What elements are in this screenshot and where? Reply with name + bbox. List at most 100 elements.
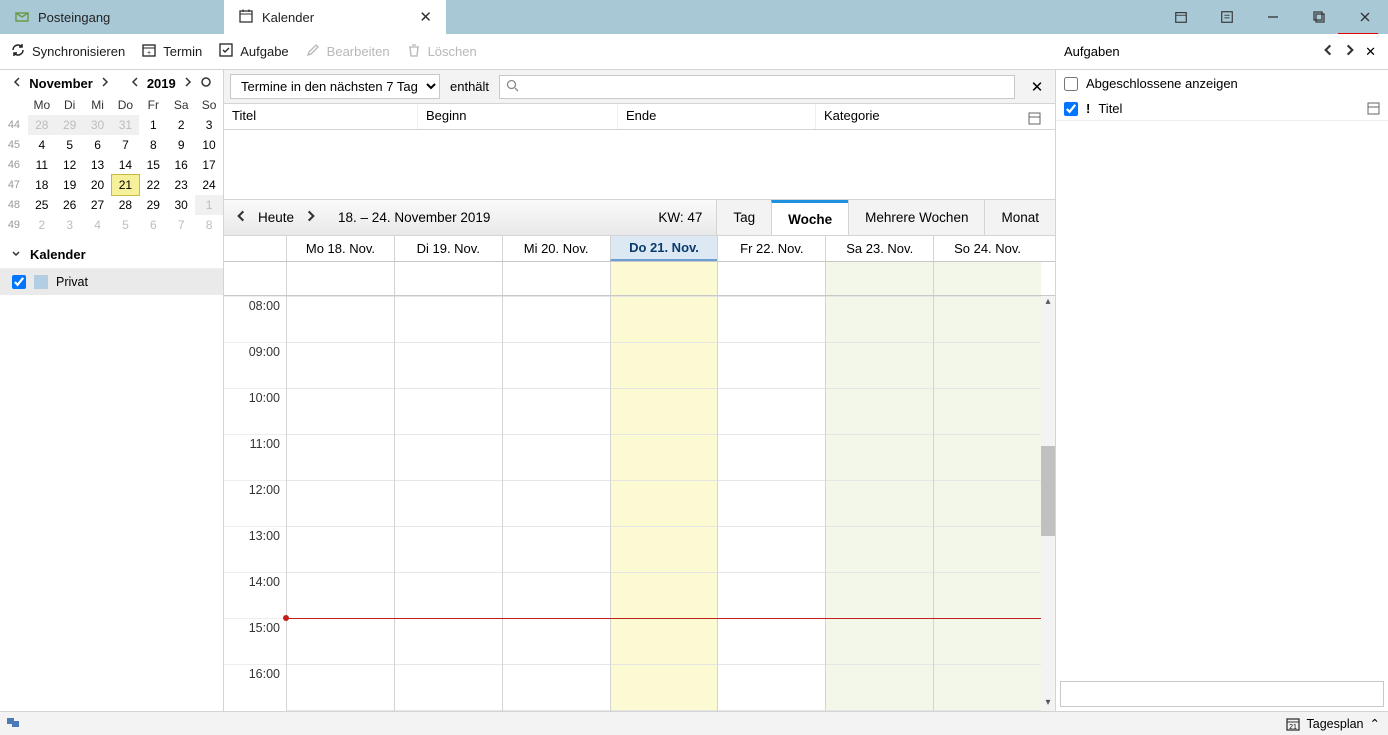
window-close[interactable] (1342, 10, 1388, 24)
tab-close-icon[interactable]: ✕ (349, 8, 432, 26)
dayplan-toggle[interactable]: 21 Tagesplan ⌃ (1277, 716, 1388, 732)
minical-day[interactable]: 27 (84, 195, 112, 215)
minical-day[interactable]: 29 (56, 115, 84, 135)
day-header[interactable]: Mi 20. Nov. (502, 236, 610, 261)
view-month-button[interactable]: Monat (984, 200, 1055, 235)
next-week-icon[interactable] (304, 209, 318, 226)
minical-day[interactable]: 21 (112, 175, 140, 195)
search-input[interactable] (519, 79, 1008, 94)
col-begin[interactable]: Beginn (418, 104, 618, 129)
day-header[interactable]: Sa 23. Nov. (825, 236, 933, 261)
minical-day[interactable]: 5 (56, 135, 84, 155)
minical-day[interactable]: 20 (84, 175, 112, 195)
clear-filter-button[interactable]: ✕ (1025, 78, 1049, 96)
minical-day[interactable]: 15 (139, 155, 167, 175)
week-grid[interactable]: 08:0009:0010:0011:0012:0013:0014:0015:00… (224, 296, 1055, 711)
tasks-column-settings-icon[interactable] (1367, 102, 1380, 115)
scroll-up-icon[interactable]: ▴ (1041, 296, 1055, 310)
window-minimize[interactable] (1250, 10, 1296, 24)
status-left-icon[interactable] (0, 715, 26, 732)
tasks-prev-icon[interactable] (1317, 43, 1339, 60)
grid-column[interactable] (286, 296, 394, 711)
minical-day[interactable]: 19 (56, 175, 84, 195)
view-day-button[interactable]: Tag (716, 200, 771, 235)
minical-day[interactable]: 29 (139, 195, 167, 215)
scroll-thumb[interactable] (1041, 446, 1055, 536)
minical-day[interactable]: 2 (167, 115, 195, 135)
allday-cell[interactable] (825, 262, 933, 295)
tab-calendar[interactable]: Kalender ✕ (224, 0, 446, 34)
grid-column[interactable] (825, 296, 933, 711)
column-settings-icon[interactable] (1028, 112, 1041, 125)
vertical-scrollbar[interactable]: ▴ ▾ (1041, 296, 1055, 711)
tasks-close-icon[interactable]: ✕ (1361, 44, 1380, 60)
prev-month-icon[interactable] (11, 76, 23, 91)
col-category[interactable]: Kategorie (816, 104, 1055, 129)
minical-day[interactable]: 31 (112, 115, 140, 135)
minical-day[interactable]: 6 (84, 135, 112, 155)
minical-day[interactable]: 22 (139, 175, 167, 195)
show-completed-checkbox[interactable] (1064, 77, 1078, 91)
minical-day[interactable]: 3 (56, 215, 84, 235)
minical-day[interactable]: 3 (195, 115, 223, 135)
minical-day[interactable]: 24 (195, 175, 223, 195)
grid-cells[interactable] (286, 296, 1041, 711)
grid-column[interactable] (394, 296, 502, 711)
view-multiweek-button[interactable]: Mehrere Wochen (848, 200, 984, 235)
minical-day[interactable]: 16 (167, 155, 195, 175)
day-header[interactable]: Di 19. Nov. (394, 236, 502, 261)
next-year-icon[interactable] (182, 76, 194, 91)
minical-day[interactable]: 4 (28, 135, 56, 155)
titlebar-tasks-icon[interactable] (1204, 10, 1250, 24)
scroll-down-icon[interactable]: ▾ (1041, 697, 1055, 711)
mini-calendar[interactable]: MoDiMiDoFrSaSo44282930311234545678910461… (0, 95, 223, 235)
allday-cell[interactable] (502, 262, 610, 295)
day-header[interactable]: Do 21. Nov. (610, 236, 718, 261)
allday-cell[interactable] (394, 262, 502, 295)
allday-cell[interactable] (286, 262, 394, 295)
allday-cell[interactable] (610, 262, 718, 295)
today-button[interactable]: Heute (258, 210, 294, 225)
minical-day[interactable]: 13 (84, 155, 112, 175)
tasks-next-icon[interactable] (1339, 43, 1361, 60)
day-header[interactable]: Mo 18. Nov. (286, 236, 394, 261)
minical-day[interactable]: 14 (112, 155, 140, 175)
allday-cell[interactable] (933, 262, 1041, 295)
tab-inbox[interactable]: Posteingang (0, 0, 224, 34)
calendar-item-privat[interactable]: Privat (0, 269, 223, 295)
new-task-button[interactable]: Aufgabe (218, 42, 288, 61)
calendars-header[interactable]: Kalender (0, 241, 223, 269)
grid-column[interactable] (717, 296, 825, 711)
minical-day[interactable]: 12 (56, 155, 84, 175)
grid-column[interactable] (610, 296, 718, 711)
minical-day[interactable]: 10 (195, 135, 223, 155)
minical-day[interactable]: 30 (84, 115, 112, 135)
minical-day[interactable]: 7 (167, 215, 195, 235)
filter-range-select[interactable]: Termine in den nächsten 7 Tagen (230, 74, 440, 99)
col-end[interactable]: Ende (618, 104, 816, 129)
calendar-item-checkbox[interactable] (12, 275, 26, 289)
allday-row[interactable] (224, 262, 1055, 296)
titlebar-calendar-icon[interactable] (1158, 10, 1204, 24)
goto-today-icon[interactable] (200, 76, 212, 91)
allday-cell[interactable] (717, 262, 825, 295)
grid-column[interactable] (502, 296, 610, 711)
col-title[interactable]: Titel (224, 104, 418, 129)
new-task-input[interactable] (1060, 681, 1384, 707)
window-maximize[interactable] (1296, 10, 1342, 24)
minical-day[interactable]: 7 (112, 135, 140, 155)
minical-day[interactable]: 2 (28, 215, 56, 235)
grid-column[interactable] (933, 296, 1041, 711)
minical-day[interactable]: 4 (84, 215, 112, 235)
minical-day[interactable]: 11 (28, 155, 56, 175)
tasks-col-checkbox[interactable] (1064, 102, 1078, 116)
new-event-button[interactable]: + Termin (141, 42, 202, 61)
day-header[interactable]: Fr 22. Nov. (717, 236, 825, 261)
prev-week-icon[interactable] (234, 209, 248, 226)
minical-day[interactable]: 25 (28, 195, 56, 215)
minical-day[interactable]: 6 (139, 215, 167, 235)
minical-day[interactable]: 1 (139, 115, 167, 135)
minical-day[interactable]: 28 (112, 195, 140, 215)
minical-day[interactable]: 28 (28, 115, 56, 135)
sync-button[interactable]: Synchronisieren (10, 42, 125, 61)
